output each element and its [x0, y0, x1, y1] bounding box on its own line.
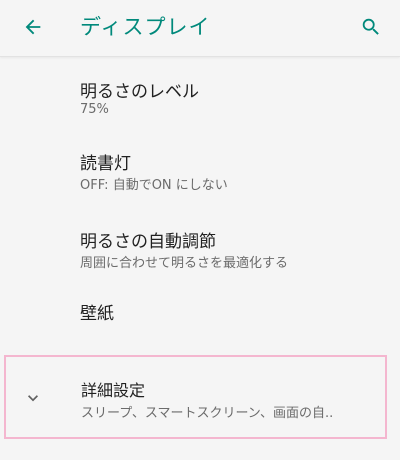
night-light-item[interactable]: 読書灯 OFF: 自動でON にしない: [0, 149, 400, 221]
app-bar: ディスプレイ: [0, 0, 400, 57]
page-title: ディスプレイ: [80, 15, 211, 39]
advanced-settings-label: 詳細設定: [81, 381, 146, 400]
advanced-settings-summary: スリープ、スマートスクリーン、画面の自..: [81, 406, 334, 421]
brightness-level-item[interactable]: 明るさのレベル 75%: [0, 57, 400, 129]
night-light-summary: OFF: 自動でON にしない: [80, 178, 228, 193]
night-light-label: 読書灯: [80, 154, 131, 174]
adaptive-brightness-label: 明るさの自動調節: [80, 232, 216, 252]
chevron-down-icon: [28, 395, 38, 402]
brightness-level-label: 明るさのレベル: [80, 82, 199, 102]
wallpaper-label: 壁紙: [80, 304, 114, 324]
search-icon: [362, 18, 379, 35]
advanced-settings-item[interactable]: 詳細設定 スリープ、スマートスクリーン、画面の自..: [4, 355, 387, 439]
wallpaper-item[interactable]: 壁紙: [0, 293, 400, 353]
adaptive-brightness-summary: 周囲に合わせて明るさを最適化する: [80, 256, 289, 271]
arrow-back-icon: [25, 19, 41, 35]
brightness-level-summary: 75%: [80, 102, 109, 117]
settings-list: 明るさのレベル 75% 読書灯 OFF: 自動でON にしない 明るさの自動調節…: [0, 57, 400, 353]
adaptive-brightness-item[interactable]: 明るさの自動調節 周囲に合わせて明るさを最適化する: [0, 221, 400, 293]
back-button[interactable]: [18, 12, 48, 42]
search-button[interactable]: [356, 12, 386, 42]
expand-toggle: [22, 387, 44, 409]
display-settings-screen: ディスプレイ 明るさのレベル 75% 読書灯 OFF: 自動でON にしない 明…: [0, 0, 400, 460]
